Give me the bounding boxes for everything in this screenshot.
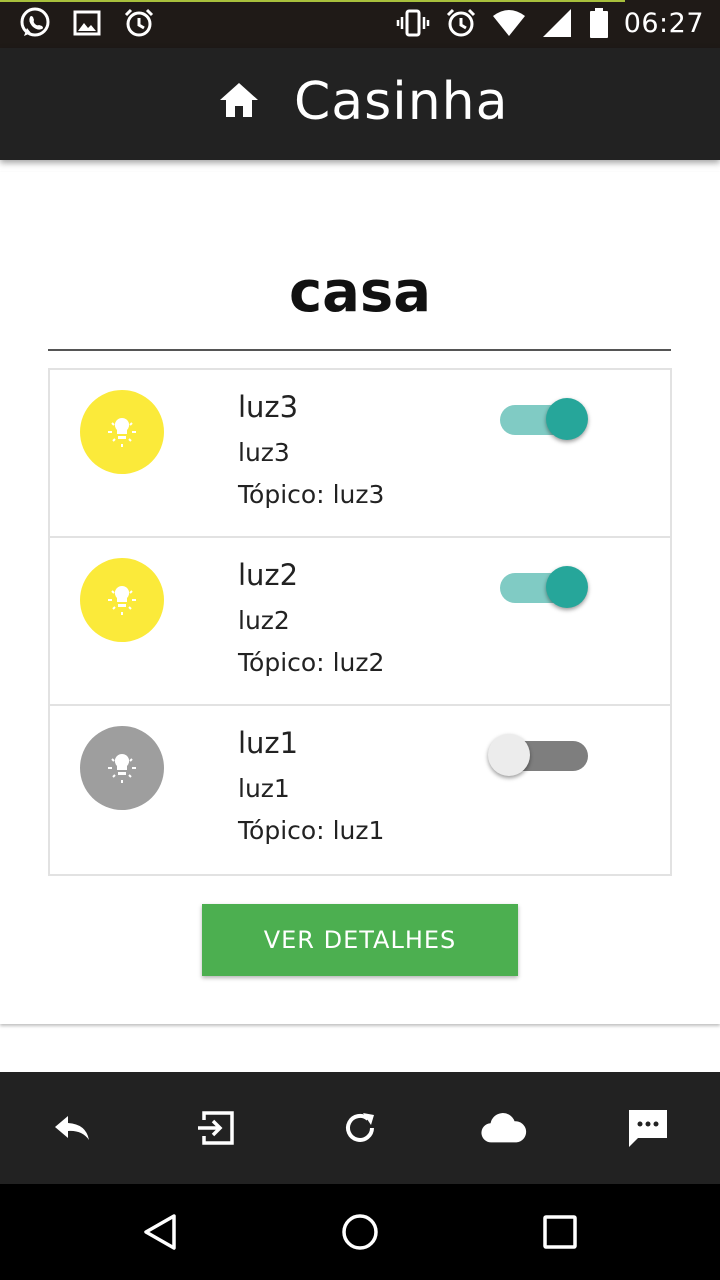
list-item: luz1 luz1 Tópico: luz1 bbox=[50, 704, 670, 872]
device-description: luz1 bbox=[238, 774, 290, 803]
switch-thumb bbox=[488, 734, 530, 776]
switch-thumb bbox=[546, 566, 588, 608]
reply-icon[interactable] bbox=[48, 1104, 96, 1152]
alarm-icon bbox=[122, 6, 156, 40]
device-avatar bbox=[80, 558, 164, 642]
switch-thumb bbox=[546, 398, 588, 440]
topic-label: Tópico: bbox=[238, 648, 325, 677]
topic-label: Tópico: bbox=[238, 816, 325, 845]
back-icon[interactable] bbox=[138, 1210, 182, 1254]
alarm-icon bbox=[444, 6, 478, 40]
refresh-icon[interactable] bbox=[336, 1104, 384, 1152]
lightbulb-icon bbox=[108, 417, 136, 447]
topic-value: luz2 bbox=[332, 648, 385, 677]
lightbulb-icon bbox=[108, 753, 136, 783]
app-bar: Casinha bbox=[0, 48, 720, 160]
divider bbox=[48, 349, 671, 351]
vibrate-icon bbox=[396, 6, 430, 40]
toggle-switch-luz3[interactable] bbox=[498, 396, 592, 442]
recents-icon[interactable] bbox=[538, 1210, 582, 1254]
device-topic: Tópico: luz2 bbox=[238, 648, 384, 677]
exit-icon[interactable] bbox=[192, 1104, 240, 1152]
device-list: luz3 luz3 Tópico: luz3 luz2 luz2 Tópico:… bbox=[48, 368, 672, 876]
device-name: luz2 bbox=[238, 558, 299, 592]
room-title: casa bbox=[288, 260, 432, 325]
lightbulb-icon bbox=[108, 585, 136, 615]
bottom-toolbar bbox=[0, 1072, 720, 1184]
battery-icon bbox=[588, 6, 610, 40]
status-left-icons bbox=[18, 6, 156, 40]
details-button[interactable]: VER DETALHES bbox=[202, 904, 518, 976]
status-right-icons: 06:27 bbox=[396, 6, 704, 40]
device-description: luz2 bbox=[238, 606, 290, 635]
topic-label: Tópico: bbox=[238, 480, 325, 509]
device-topic: Tópico: luz3 bbox=[238, 480, 384, 509]
room-card: casa luz3 luz3 Tópico: luz3 luz2 luz2 Tó… bbox=[0, 172, 720, 1024]
list-item: luz3 luz3 Tópico: luz3 bbox=[50, 370, 670, 538]
device-name: luz3 bbox=[238, 390, 299, 424]
device-description: luz3 bbox=[238, 438, 290, 467]
cloud-icon[interactable] bbox=[480, 1104, 528, 1152]
app-title-group: Casinha bbox=[218, 72, 509, 132]
app-title: Casinha bbox=[294, 72, 509, 132]
chat-icon[interactable] bbox=[624, 1104, 672, 1152]
status-bar: 06:27 bbox=[0, 0, 720, 48]
wifi-icon bbox=[492, 6, 526, 40]
home-icon bbox=[218, 81, 260, 123]
toggle-switch-luz1[interactable] bbox=[488, 732, 592, 778]
system-nav-bar bbox=[0, 1184, 720, 1280]
whatsapp-icon bbox=[18, 6, 52, 40]
home-icon[interactable] bbox=[338, 1210, 382, 1254]
device-avatar bbox=[80, 726, 164, 810]
device-avatar bbox=[80, 390, 164, 474]
topic-value: luz3 bbox=[332, 480, 385, 509]
list-item: luz2 luz2 Tópico: luz2 bbox=[50, 536, 670, 704]
status-time: 06:27 bbox=[623, 7, 704, 39]
toggle-switch-luz2[interactable] bbox=[498, 564, 592, 610]
topic-value: luz1 bbox=[332, 816, 385, 845]
device-name: luz1 bbox=[238, 726, 299, 760]
signal-icon bbox=[540, 6, 574, 40]
status-accent-line bbox=[0, 0, 625, 2]
image-icon bbox=[70, 6, 104, 40]
device-topic: Tópico: luz1 bbox=[238, 816, 384, 845]
